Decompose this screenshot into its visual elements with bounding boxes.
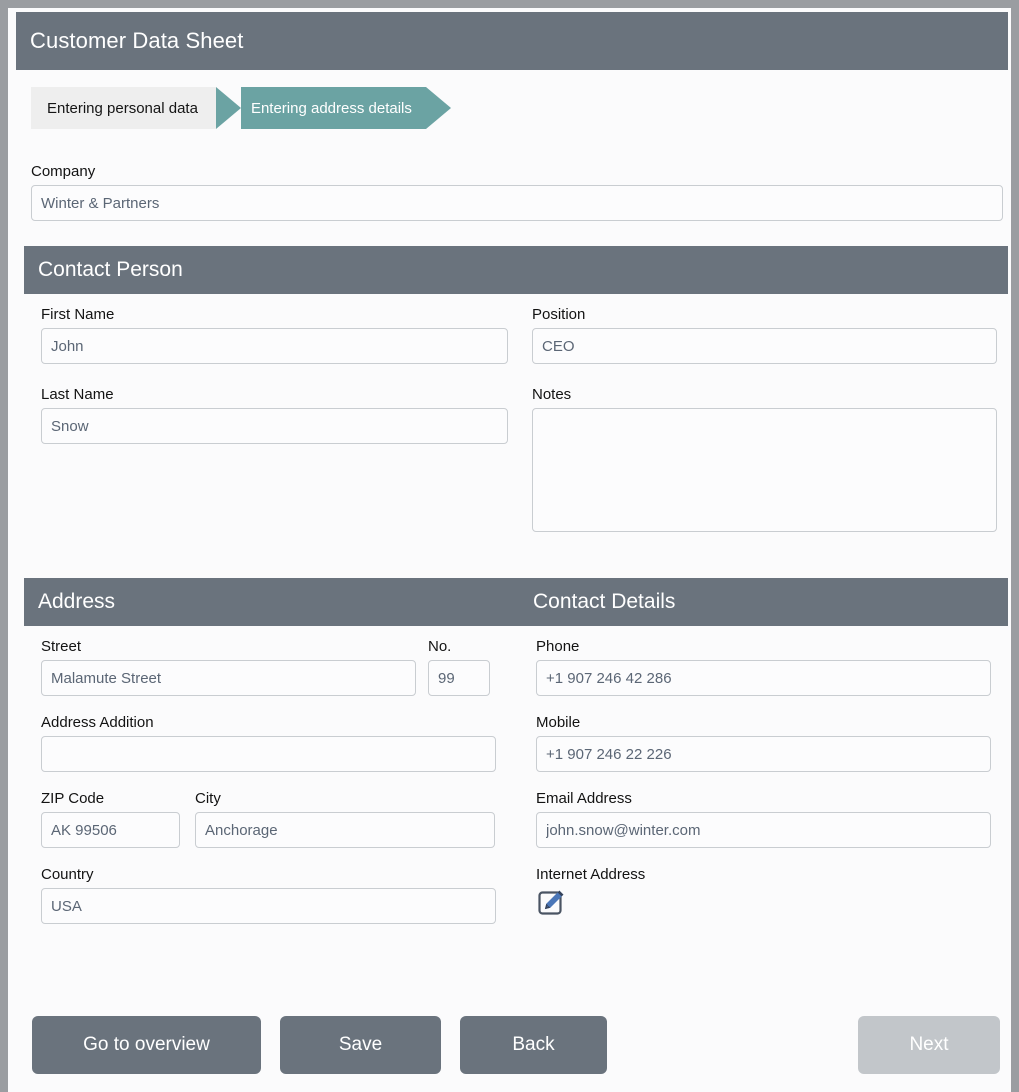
zip-code-field-group: ZIP Code [41,790,180,848]
address-section-title: Address [38,590,115,614]
contact-person-left-column: First Name Last Name [24,306,528,559]
internet-address-field-group: Internet Address [536,866,1008,918]
house-number-field-group: No. [428,638,490,696]
back-button[interactable]: Back [460,1016,607,1074]
wizard-step-address-details-label: Entering address details [251,100,412,117]
last-name-input[interactable] [41,408,508,444]
first-name-input[interactable] [41,328,508,364]
contact-person-right-column: Position Notes [528,306,1008,559]
lower-two-column-area: Address Street No. Address Addition [24,578,1008,924]
footer-button-bar: Go to overview Save Back Next [24,1008,1008,1080]
street-input[interactable] [41,660,416,696]
phone-label: Phone [536,638,991,656]
country-input[interactable] [41,888,496,924]
first-name-label: First Name [41,306,528,324]
wizard-step-arrow-icon-2 [426,87,451,129]
last-name-field-group: Last Name [41,386,528,444]
go-to-overview-button[interactable]: Go to overview [32,1016,261,1074]
contact-person-section-title: Contact Person [38,258,183,282]
company-label: Company [31,163,1003,181]
address-addition-field-group: Address Addition [41,714,496,772]
address-addition-input[interactable] [41,736,496,772]
contact-details-section-body: Phone Mobile Email Address Internet Addr… [519,626,1008,918]
mobile-label: Mobile [536,714,991,732]
zip-code-label: ZIP Code [41,790,180,808]
position-label: Position [532,306,1008,324]
company-input[interactable] [31,185,1003,221]
notes-field-group: Notes [532,386,1008,537]
first-name-field-group: First Name [41,306,528,364]
wizard-step-arrow-icon-1 [216,87,241,129]
position-field-group: Position [532,306,1008,364]
contact-person-section-body: First Name Last Name Position Notes [24,306,1008,559]
phone-field-group: Phone [536,638,991,696]
house-number-input[interactable] [428,660,490,696]
edit-pencil-icon[interactable] [536,888,566,918]
contact-details-section-header: Contact Details [519,578,1008,626]
country-label: Country [41,866,496,884]
city-input[interactable] [195,812,495,848]
company-field-group: Company [31,163,1003,221]
wizard-step-personal-data[interactable]: Entering personal data [31,87,216,129]
next-button[interactable]: Next [858,1016,1000,1074]
notes-label: Notes [532,386,1008,404]
wizard-breadcrumb: Entering personal data Entering address … [31,87,451,129]
wizard-step-personal-data-label: Entering personal data [47,100,198,117]
zip-code-input[interactable] [41,812,180,848]
city-field-group: City [195,790,495,848]
window-title-bar: Customer Data Sheet [16,12,1008,70]
position-input[interactable] [532,328,997,364]
contact-person-section-header: Contact Person [24,246,1008,294]
last-name-label: Last Name [41,386,528,404]
save-button[interactable]: Save [280,1016,441,1074]
email-label: Email Address [536,790,991,808]
contact-details-section: Contact Details Phone Mobile Email Addre… [519,578,1008,924]
zip-city-row: ZIP Code City [41,790,519,848]
address-addition-label: Address Addition [41,714,496,732]
street-field-group: Street [41,638,416,696]
street-row: Street No. [41,638,519,696]
address-section-body: Street No. Address Addition ZIP Code [24,626,519,924]
wizard-step-address-details[interactable]: Entering address details [241,87,426,129]
page-frame: Customer Data Sheet Entering personal da… [8,8,1011,1092]
address-section: Address Street No. Address Addition [24,578,519,924]
notes-textarea[interactable] [532,408,997,532]
internet-address-label: Internet Address [536,866,1008,884]
email-field-group: Email Address [536,790,991,848]
country-field-group: Country [41,866,496,924]
mobile-field-group: Mobile [536,714,991,772]
phone-input[interactable] [536,660,991,696]
page-title: Customer Data Sheet [16,28,243,54]
contact-details-section-title: Contact Details [533,590,675,614]
email-input[interactable] [536,812,991,848]
street-label: Street [41,638,416,656]
address-section-header: Address [24,578,519,626]
house-number-label: No. [428,638,490,656]
mobile-input[interactable] [536,736,991,772]
city-label: City [195,790,495,808]
